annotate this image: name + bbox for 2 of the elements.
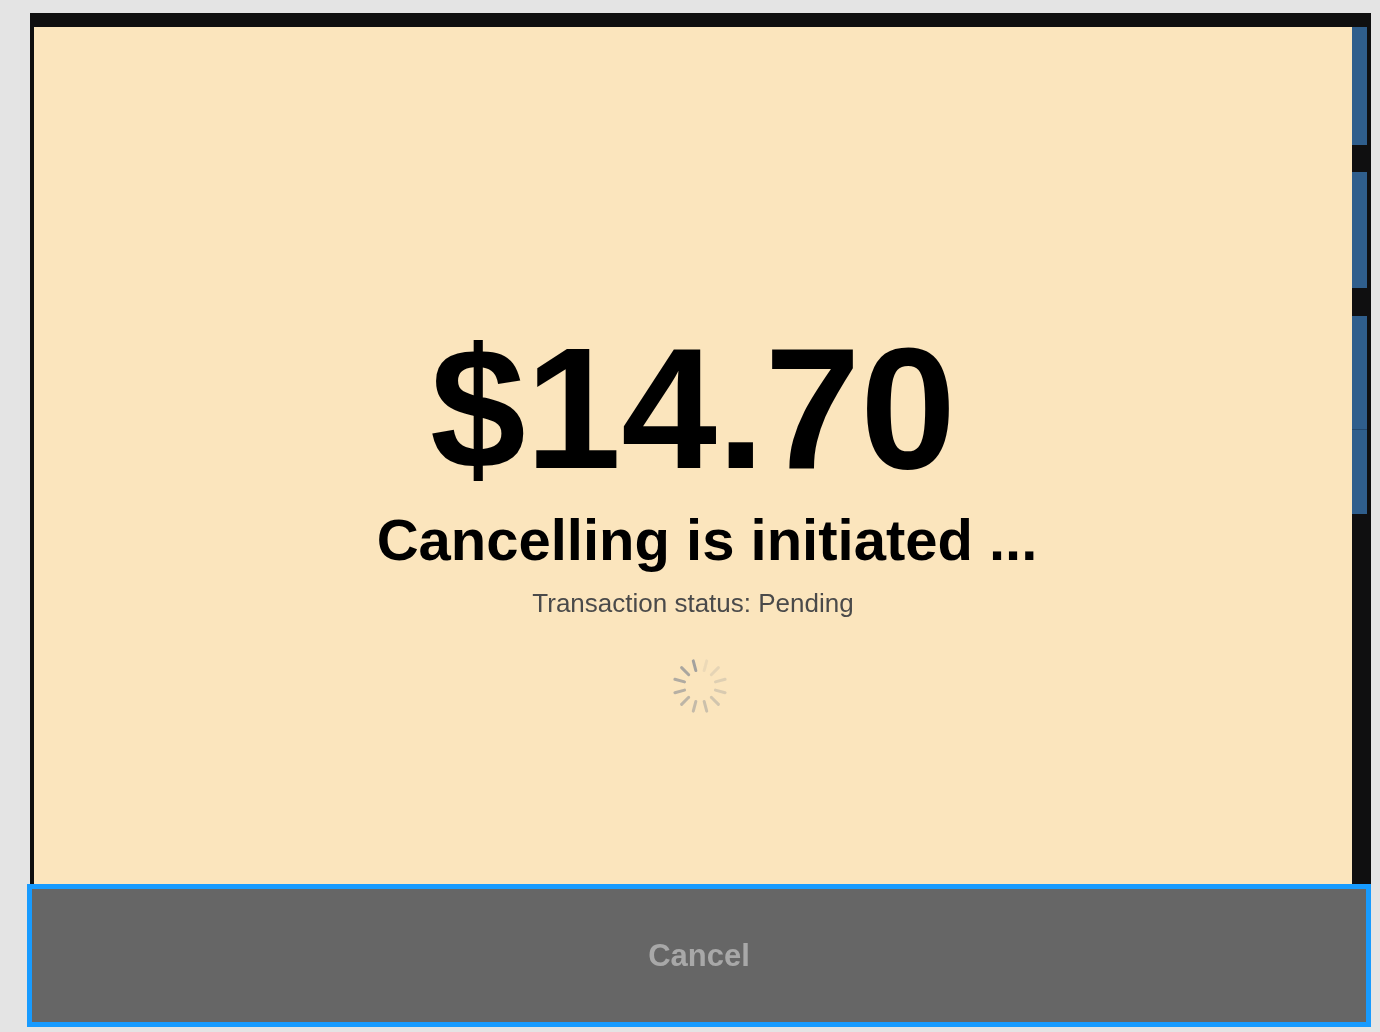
transaction-status-text: Transaction status: Pending [532,590,854,616]
amount-text: $14.70 [429,322,957,494]
